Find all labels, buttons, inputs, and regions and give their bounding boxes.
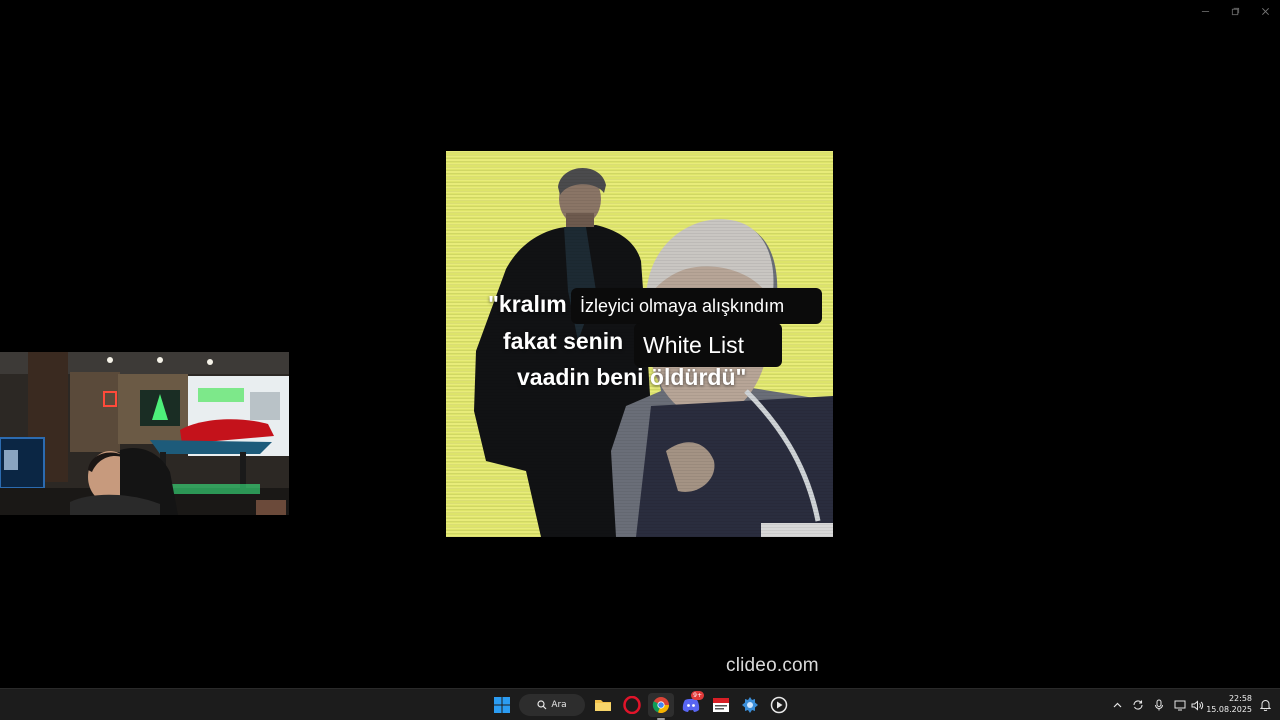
taskbar-news[interactable] xyxy=(708,693,734,717)
caption-line2-text: fakat senin xyxy=(503,328,624,354)
search-icon xyxy=(537,700,547,710)
taskbar-clock[interactable]: 22:58 15.08.2025 xyxy=(1204,693,1252,715)
webcam-scene xyxy=(0,352,289,515)
taskbar-media-player[interactable] xyxy=(766,693,792,717)
window-controls xyxy=(1190,0,1280,22)
clock-time: 22:58 xyxy=(1228,694,1252,703)
tray-network[interactable] xyxy=(1172,689,1188,720)
minimize-icon xyxy=(1201,10,1209,12)
tray-sync[interactable] xyxy=(1129,689,1147,720)
close-button[interactable] xyxy=(1250,0,1280,22)
close-icon xyxy=(1261,7,1269,15)
notification-button[interactable] xyxy=(1256,689,1274,720)
search-label: Ara xyxy=(551,700,567,710)
windows-start-icon xyxy=(494,697,510,713)
taskbar-explorer[interactable] xyxy=(591,693,615,717)
minimize-button[interactable] xyxy=(1190,0,1220,22)
tray-overflow-button[interactable] xyxy=(1109,689,1125,720)
caption-line2-boxed: White List xyxy=(634,323,782,367)
video-player[interactable]: "kralım İzleyici olmaya alışkındım fakat… xyxy=(446,151,833,537)
taskbar-settings-app[interactable] xyxy=(737,693,763,717)
network-icon xyxy=(1174,700,1186,710)
opera-icon xyxy=(623,696,641,714)
media-player-icon xyxy=(770,696,788,714)
notification-bell-icon xyxy=(1259,700,1271,711)
caption-line1-text: "kralım xyxy=(488,291,567,317)
taskbar-opera[interactable] xyxy=(620,693,644,717)
chrome-icon xyxy=(652,697,669,713)
taskbar-search[interactable]: Ara xyxy=(519,694,585,716)
taskbar-chrome[interactable] xyxy=(648,693,674,720)
restore-button[interactable] xyxy=(1220,0,1250,22)
folder-icon xyxy=(595,700,611,711)
caption-line3-text: vaadin beni öldürdü" xyxy=(517,364,747,390)
discord-badge: 9+ xyxy=(691,691,704,700)
news-app-icon xyxy=(713,698,729,712)
gear-app-icon xyxy=(742,697,758,713)
clideo-watermark: clideo.com xyxy=(726,655,819,676)
clock-date: 15.08.2025 xyxy=(1206,705,1252,714)
volume-icon xyxy=(1191,699,1203,711)
caption-line1-boxed: İzleyici olmaya alışkındım xyxy=(571,288,822,324)
taskbar-discord[interactable]: 9+ xyxy=(678,691,704,717)
taskbar: Ara 9+ 22:58 15.08.2025 xyxy=(0,688,1280,720)
desktop-screen: "kralım İzleyici olmaya alışkındım fakat… xyxy=(0,0,1280,720)
tray-microphone[interactable] xyxy=(1151,689,1167,720)
restore-icon xyxy=(1231,7,1239,15)
sync-icon xyxy=(1133,700,1143,710)
chevron-up-icon xyxy=(1113,702,1121,708)
tray-volume[interactable] xyxy=(1189,689,1205,720)
start-button[interactable] xyxy=(490,693,514,717)
microphone-icon xyxy=(1155,699,1163,711)
webcam-overlay xyxy=(0,352,289,515)
